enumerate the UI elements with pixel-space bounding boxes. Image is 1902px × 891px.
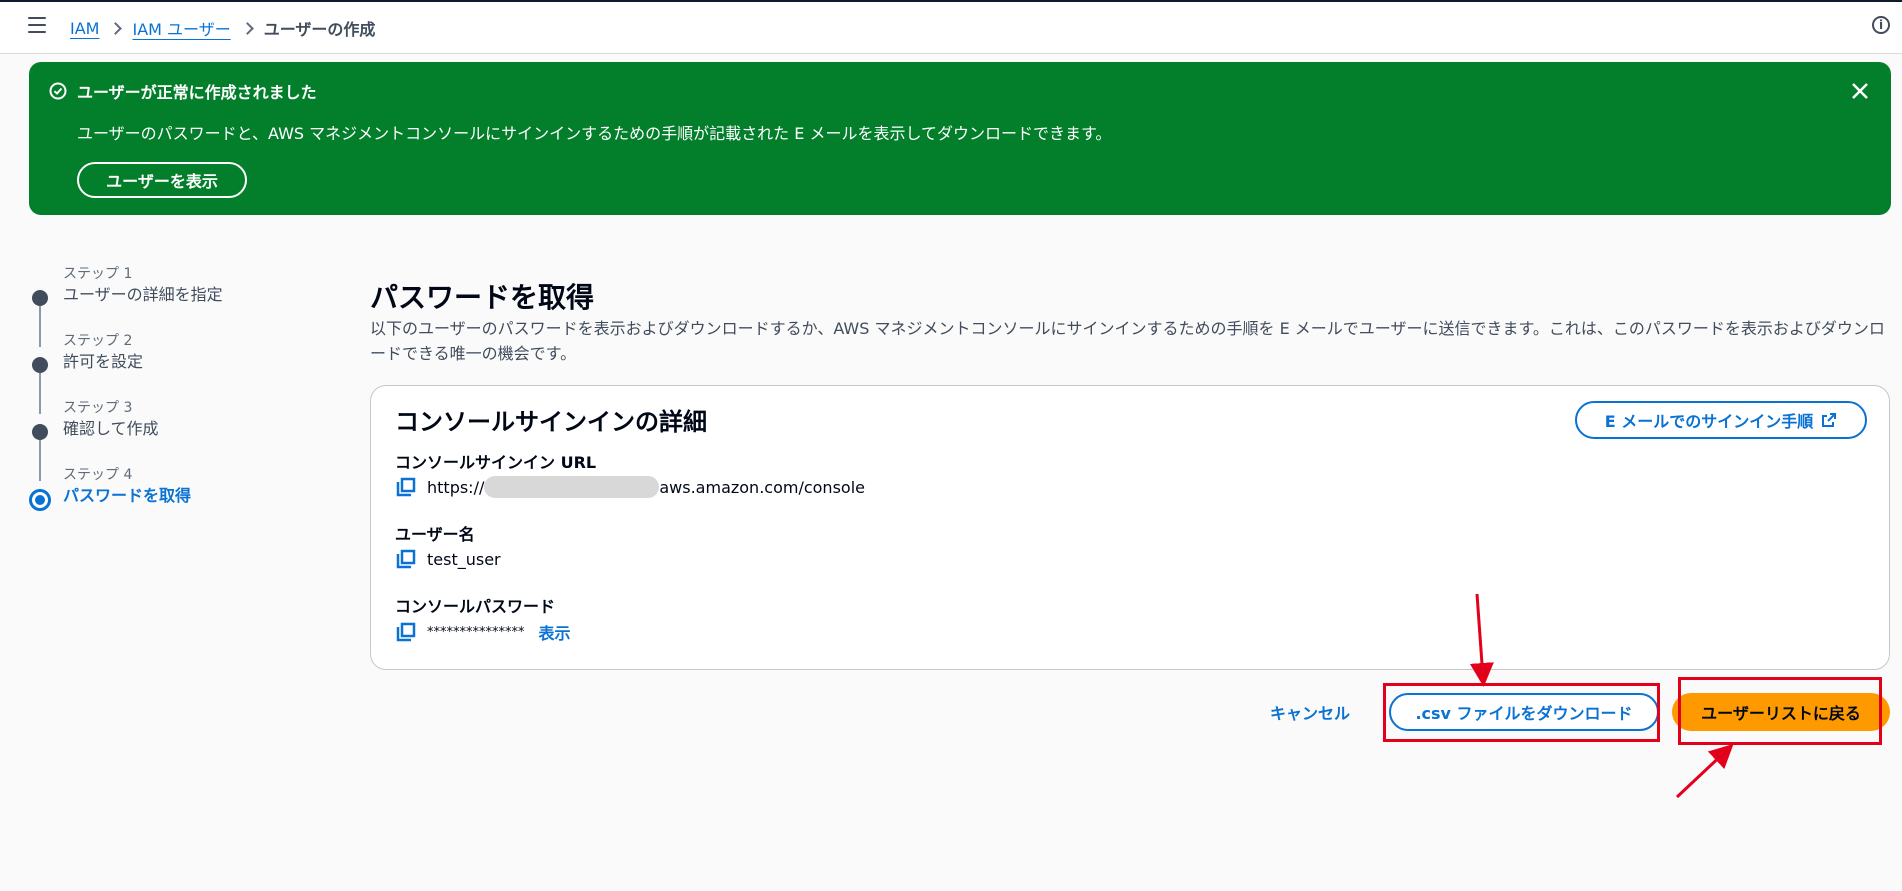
page-description: 以下のユーザーのパスワードを表示およびダウンロードするか、AWS マネジメントコ… bbox=[370, 319, 1885, 363]
url-label: コンソールサインイン URL bbox=[395, 453, 597, 472]
step-active-dot-icon bbox=[29, 489, 51, 511]
step-title: パスワードを取得 bbox=[63, 486, 192, 505]
flash-message: ユーザーのパスワードと、AWS マネジメントコンソールにサインインするための手順… bbox=[77, 124, 1112, 143]
menu-icon[interactable] bbox=[28, 17, 46, 33]
breadcrumb-iam-users[interactable]: IAM ユーザー bbox=[132, 16, 230, 40]
copy-icon[interactable] bbox=[395, 548, 417, 570]
arrow-to-back bbox=[1675, 743, 1734, 799]
username-field: ユーザー名 test_user bbox=[395, 524, 501, 570]
breadcrumb-current: ユーザーの作成 bbox=[263, 20, 376, 39]
console-signin-card: コンソールサインインの詳細 E メールでのサインイン手順 コンソールサインイン … bbox=[370, 385, 1890, 670]
card-title: コンソールサインインの詳細 bbox=[395, 408, 707, 436]
chevron-right-icon bbox=[240, 21, 254, 35]
check-circle-icon bbox=[49, 82, 67, 100]
step-dot-icon bbox=[32, 357, 48, 373]
step-title: ユーザーの詳細を指定 bbox=[63, 285, 223, 304]
email-signin-label: E メールでのサインイン手順 bbox=[1604, 412, 1814, 431]
step-title: 許可を設定 bbox=[63, 352, 144, 371]
breadcrumb: IAM IAM ユーザー ユーザーの作成 bbox=[70, 16, 375, 40]
username-value: test_user bbox=[427, 549, 501, 569]
step-2[interactable]: ステップ 2 許可を設定 bbox=[28, 331, 328, 414]
username-label: ユーザー名 bbox=[395, 525, 475, 544]
redacted-account-id bbox=[484, 476, 660, 498]
chevron-right-icon bbox=[109, 21, 123, 35]
breadcrumb-iam[interactable]: IAM bbox=[70, 19, 99, 38]
signin-url-field: コンソールサインイン URL https:// aws.amazon.com/c… bbox=[395, 452, 865, 498]
email-signin-button[interactable]: E メールでのサインイン手順 bbox=[1575, 401, 1867, 439]
info-icon[interactable]: i bbox=[1872, 16, 1890, 34]
url-prefix: https:// bbox=[427, 477, 485, 497]
step-4: ステップ 4 パスワードを取得 bbox=[28, 465, 328, 532]
step-dot-icon bbox=[32, 290, 48, 306]
wizard-steps: ステップ 1 ユーザーの詳細を指定 ステップ 2 許可を設定 ステップ 3 確認… bbox=[28, 264, 328, 532]
show-password-link[interactable]: 表示 bbox=[539, 620, 571, 644]
step-1[interactable]: ステップ 1 ユーザーの詳細を指定 bbox=[28, 264, 328, 347]
step-dot-icon bbox=[32, 424, 48, 440]
flash-title: ユーザーが正常に作成されました bbox=[77, 83, 317, 102]
highlight-box-back bbox=[1678, 677, 1882, 745]
top-bar: IAM IAM ユーザー ユーザーの作成 i bbox=[0, 2, 1902, 54]
password-label: コンソールパスワード bbox=[395, 597, 556, 616]
view-user-button[interactable]: ユーザーを表示 bbox=[77, 162, 247, 198]
copy-icon[interactable] bbox=[395, 476, 417, 498]
password-value: *************** bbox=[427, 624, 525, 640]
step-title: 確認して作成 bbox=[63, 419, 159, 438]
highlight-box-csv bbox=[1383, 683, 1660, 742]
copy-icon[interactable] bbox=[395, 621, 417, 643]
external-link-icon bbox=[1822, 413, 1837, 427]
password-field: コンソールパスワード *************** 表示 bbox=[395, 596, 571, 644]
url-suffix: aws.amazon.com/console bbox=[659, 477, 865, 497]
step-number: ステップ 4 bbox=[63, 467, 133, 483]
cancel-button[interactable]: キャンセル bbox=[1270, 700, 1350, 724]
close-icon[interactable] bbox=[1849, 80, 1871, 102]
step-number: ステップ 1 bbox=[63, 266, 133, 282]
success-flash: ユーザーが正常に作成されました ユーザーのパスワードと、AWS マネジメントコン… bbox=[29, 62, 1891, 215]
page-title: パスワードを取得 bbox=[370, 281, 595, 314]
step-number: ステップ 2 bbox=[63, 333, 133, 349]
step-3[interactable]: ステップ 3 確認して作成 bbox=[28, 398, 328, 481]
step-number: ステップ 3 bbox=[63, 400, 133, 416]
